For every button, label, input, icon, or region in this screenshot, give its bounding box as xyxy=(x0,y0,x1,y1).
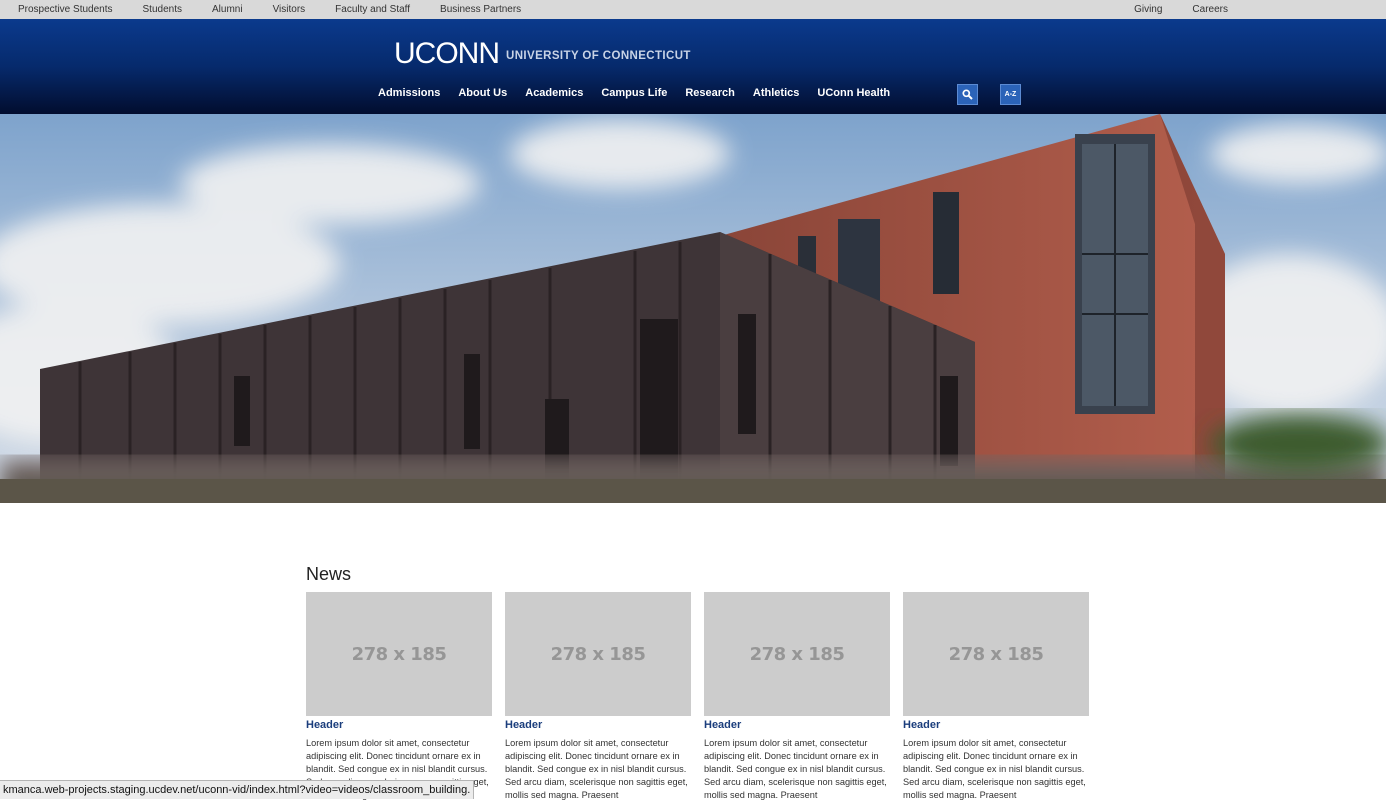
utility-nav-right: Giving Careers xyxy=(1104,0,1228,19)
search-button[interactable] xyxy=(957,84,978,105)
nav-campus-life[interactable]: Campus Life xyxy=(601,87,667,99)
card-description: Lorem ipsum dolor sit amet, consectetur … xyxy=(704,738,887,800)
card-description: Lorem ipsum dolor sit amet, consectetur … xyxy=(903,738,1086,800)
utility-link-alumni[interactable]: Alumni xyxy=(212,4,243,15)
news-heading: News xyxy=(306,564,352,584)
card-thumbnail-placeholder[interactable]: 278 x 185 xyxy=(903,592,1089,716)
news-card[interactable]: 278 x 185 Header Lorem ipsum dolor sit a… xyxy=(306,592,492,802)
search-icon xyxy=(962,89,973,100)
card-thumbnail-placeholder[interactable]: 278 x 185 xyxy=(704,592,890,716)
uconn-logo[interactable]: UCONN xyxy=(394,37,500,71)
utility-link-careers[interactable]: Careers xyxy=(1192,4,1228,15)
utility-link-business-partners[interactable]: Business Partners xyxy=(440,4,521,15)
news-cards: 278 x 185 Header Lorem ipsum dolor sit a… xyxy=(306,592,1102,802)
nav-athletics[interactable]: Athletics xyxy=(753,87,799,99)
university-wordmark: UNIVERSITY OF CONNECTICUT xyxy=(506,50,691,62)
utility-link-prospective-students[interactable]: Prospective Students xyxy=(18,4,113,15)
utility-nav-left: Prospective Students Students Alumni Vis… xyxy=(18,0,551,19)
nav-admissions[interactable]: Admissions xyxy=(378,87,440,99)
browser-status-url: kmanca.web-projects.staging.ucdev.net/uc… xyxy=(0,780,475,799)
utility-link-students[interactable]: Students xyxy=(143,4,182,15)
news-card[interactable]: 278 x 185 Header Lorem ipsum dolor sit a… xyxy=(903,592,1089,802)
site-header: UCONN UNIVERSITY OF CONNECTICUT Admissio… xyxy=(0,19,1386,114)
campus-building-photo xyxy=(0,114,1386,503)
card-thumbnail-placeholder[interactable]: 278 x 185 xyxy=(505,592,691,716)
a-z-index-button[interactable]: A-Z xyxy=(1000,84,1021,105)
news-card[interactable]: 278 x 185 Header Lorem ipsum dolor sit a… xyxy=(704,592,890,802)
utility-link-visitors[interactable]: Visitors xyxy=(273,4,306,15)
card-header-link[interactable]: Header xyxy=(903,719,1089,731)
card-description: Lorem ipsum dolor sit amet, consectetur … xyxy=(505,738,688,800)
card-header-link[interactable]: Header xyxy=(704,719,890,731)
card-header-link[interactable]: Header xyxy=(306,719,492,731)
card-thumbnail-placeholder[interactable]: 278 x 185 xyxy=(306,592,492,716)
nav-research[interactable]: Research xyxy=(685,87,735,99)
nav-about-us[interactable]: About Us xyxy=(458,87,507,99)
utility-bar: Prospective Students Students Alumni Vis… xyxy=(0,0,1386,19)
utility-link-faculty-staff[interactable]: Faculty and Staff xyxy=(335,4,410,15)
hero-image xyxy=(0,114,1386,503)
card-header-link[interactable]: Header xyxy=(505,719,691,731)
main-nav: Admissions About Us Academics Campus Lif… xyxy=(378,87,908,99)
news-card[interactable]: 278 x 185 Header Lorem ipsum dolor sit a… xyxy=(505,592,691,802)
nav-uconn-health[interactable]: UConn Health xyxy=(817,87,890,99)
nav-academics[interactable]: Academics xyxy=(525,87,583,99)
utility-link-giving[interactable]: Giving xyxy=(1134,4,1162,15)
